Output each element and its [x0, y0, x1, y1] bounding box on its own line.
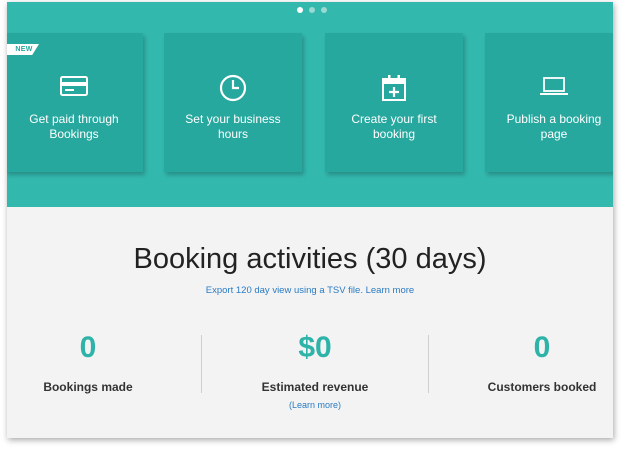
clock-icon: [164, 73, 302, 102]
export-note: Export 120 day view using a TSV file. Le…: [7, 285, 613, 296]
stat-value: $0: [298, 331, 332, 364]
stat-caption: Bookings made: [43, 380, 133, 394]
stat-caption: Customers booked: [487, 380, 597, 394]
bookings-dashboard: NEW Get paid through Bookings Set your b…: [7, 2, 613, 438]
new-badge: NEW: [7, 44, 39, 55]
credit-card-icon: [7, 73, 143, 101]
carousel-dot-3[interactable]: [321, 7, 327, 13]
card-get-paid[interactable]: NEW Get paid through Bookings: [7, 33, 143, 172]
carousel-dot-2[interactable]: [309, 7, 315, 13]
card-label: Set your business hours: [185, 112, 281, 141]
calendar-add-icon: [325, 73, 463, 101]
carousel-dot-1[interactable]: [297, 7, 303, 13]
booking-activities-panel: Booking activities (30 days) Export 120 …: [7, 207, 613, 438]
stat-customers-booked: 0 Customers booked: [447, 328, 613, 394]
getting-started-banner: NEW Get paid through Bookings Set your b…: [7, 2, 613, 207]
export-learn-more-link[interactable]: Learn more: [366, 285, 415, 296]
card-label: Create your first booking: [351, 112, 437, 141]
card-business-hours[interactable]: Set your business hours: [164, 33, 302, 172]
carousel-dots: [297, 7, 327, 13]
card-label: Get paid through Bookings: [29, 112, 119, 141]
stat-value: 0: [533, 331, 551, 364]
card-create-booking[interactable]: Create your first booking: [325, 33, 463, 172]
revenue-learn-more-link[interactable]: (Learn more): [220, 400, 410, 410]
export-text: Export 120 day view using a TSV file.: [205, 285, 363, 296]
laptop-icon: [485, 73, 613, 101]
stat-bookings-made: 0 Bookings made: [7, 328, 183, 394]
stat-value: 0: [79, 331, 97, 364]
activities-title: Booking activities (30 days): [133, 243, 487, 275]
card-label: Publish a booking page: [506, 112, 602, 141]
stat-divider: [428, 335, 429, 393]
stat-estimated-revenue: $0 Estimated revenue (Learn more): [220, 328, 410, 410]
card-publish-page[interactable]: Publish a booking page: [485, 33, 613, 172]
stat-divider: [201, 335, 202, 393]
stat-caption: Estimated revenue: [261, 380, 369, 394]
